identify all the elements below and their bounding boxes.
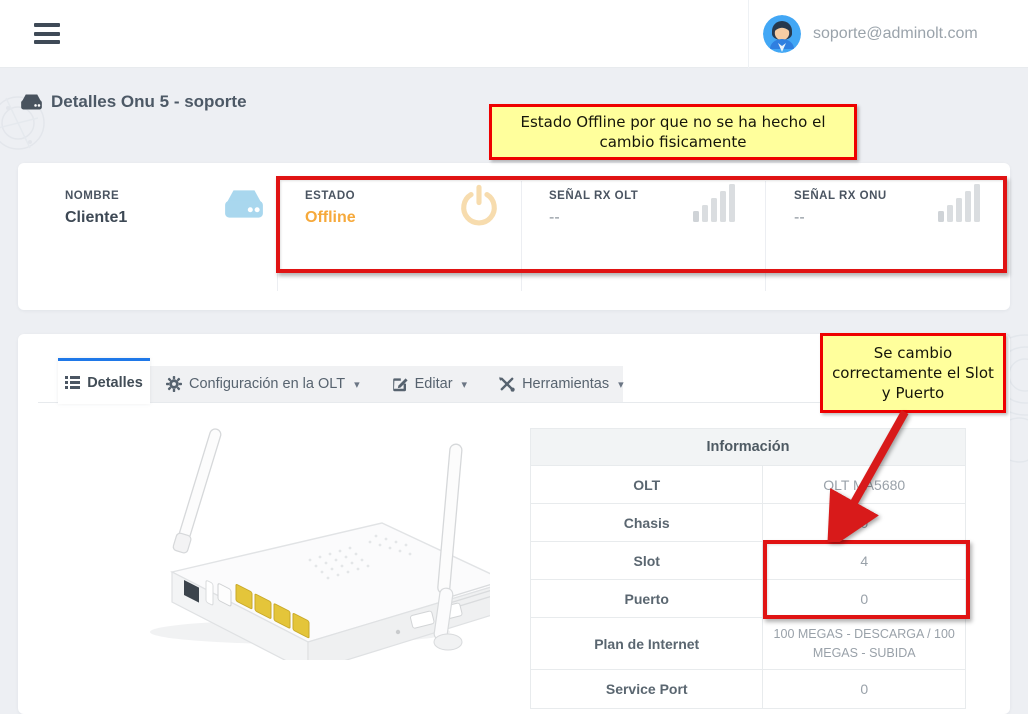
user-menu[interactable]: soporte@adminolt.com (748, 0, 1028, 68)
row-label: Puerto (531, 580, 763, 617)
row-label: Chasis (531, 504, 763, 541)
annotation-slot-puerto: Se cambio correctamente el Slot y Puerto (820, 333, 1006, 413)
tab-configuracion-olt[interactable]: Configuración en la OLT ▾ (150, 376, 376, 392)
row-label: OLT (531, 466, 763, 503)
tab-label: Configuración en la OLT (189, 376, 345, 392)
tab-label: Detalles (87, 375, 143, 391)
row-label: Slot (531, 542, 763, 579)
tab-editar[interactable]: Editar ▾ (376, 376, 483, 392)
tab-detalles[interactable]: Detalles (58, 358, 150, 404)
annotation-estado-offline: Estado Offline por que no se ha hecho el… (489, 104, 857, 160)
avatar (763, 15, 801, 53)
tab-herramientas[interactable]: Herramientas ▾ (483, 376, 640, 392)
page-title: Detalles Onu 5 - soporte (51, 92, 247, 112)
row-label: Service Port (531, 670, 763, 708)
highlight-rect-slot-puerto (763, 540, 970, 619)
chevron-down-icon: ▾ (354, 378, 360, 391)
row-value: 0 (763, 670, 965, 708)
row-label: Plan de Internet (531, 618, 763, 669)
router-icon (223, 188, 265, 220)
table-row: Service Port 0 (531, 670, 965, 708)
menu-toggle-button[interactable] (34, 23, 62, 45)
table-row: Plan de Internet 100 MEGAS - DESCARGA / … (531, 618, 965, 670)
edit-icon (392, 376, 408, 392)
user-email: soporte@adminolt.com (813, 25, 978, 43)
tab-label: Editar (415, 376, 453, 392)
tab-label: Herramientas (522, 376, 609, 392)
row-value: 100 MEGAS - DESCARGA / 100 MEGAS - SUBID… (763, 618, 965, 669)
tools-icon (499, 376, 515, 392)
onu-device-icon (20, 93, 43, 111)
list-icon (65, 376, 80, 389)
top-header: soporte@adminolt.com (0, 0, 1028, 68)
hamburger-icon (34, 23, 60, 27)
chevron-down-icon: ▾ (462, 378, 468, 391)
tab-strip: Configuración en la OLT ▾ Editar ▾ Herra… (150, 366, 623, 402)
annotation-arrow (790, 402, 920, 542)
status-field-nombre: NOMBRE Cliente1 (65, 163, 275, 310)
highlight-rect-status (276, 176, 1007, 273)
gear-icon (166, 376, 182, 392)
onu-product-image (110, 420, 490, 660)
chevron-down-icon: ▾ (618, 378, 624, 391)
